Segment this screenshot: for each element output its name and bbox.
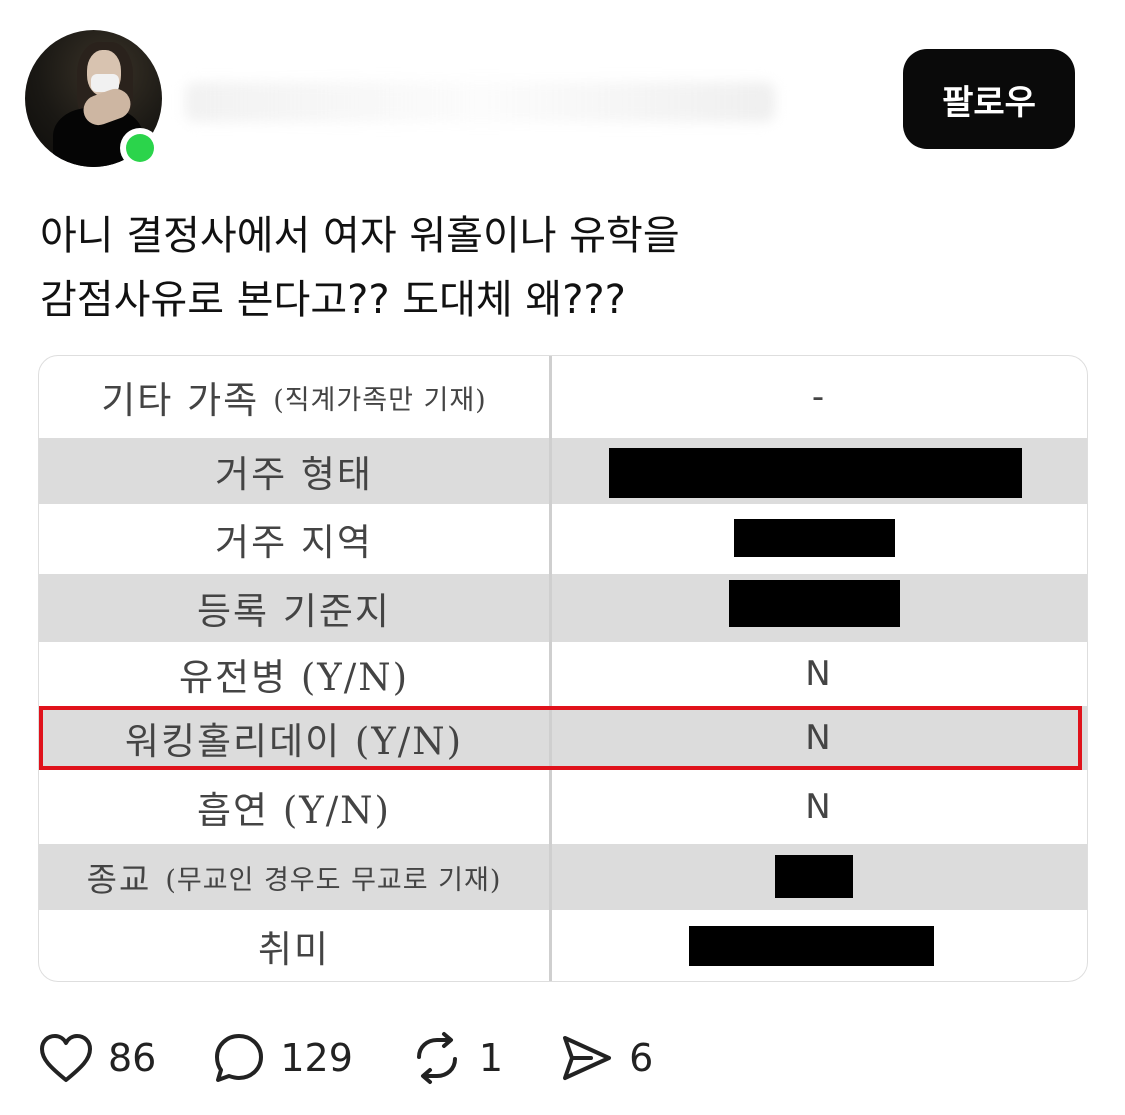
- table-row-value: -: [811, 377, 825, 417]
- redaction-block: [734, 519, 895, 557]
- table-row: 종교 (무교인 경우도 무교로 기재): [39, 844, 1087, 910]
- heart-icon: [38, 1032, 94, 1084]
- table-row-label: 흡연 (Y/N): [197, 789, 391, 832]
- table-row-label: 거주 형태: [215, 453, 373, 496]
- table-row: 기타 가족 (직계가족만 기재) -: [39, 356, 1087, 438]
- redaction-block: [689, 926, 934, 966]
- post-image[interactable]: 기타 가족 (직계가족만 기재) - 거주 형태 거주 지역 등록 기준지 유전병…: [38, 355, 1088, 982]
- table-row-label: 거주 지역: [215, 521, 373, 564]
- table-row: 흡연 (Y/N) N: [39, 770, 1087, 844]
- follow-button[interactable]: 팔로우: [903, 49, 1075, 149]
- share-count: 6: [629, 1036, 654, 1080]
- repost-button[interactable]: 1: [409, 1031, 503, 1085]
- table-row-label: 취미: [257, 927, 331, 971]
- table-row: 유전병 (Y/N) N: [39, 642, 1087, 706]
- table-row-label: 등록 기준지: [197, 590, 391, 633]
- table-row: 거주 지역: [39, 504, 1087, 574]
- action-bar: 86 129 1 6: [38, 1025, 709, 1091]
- repost-count: 1: [478, 1036, 504, 1080]
- post-text-line: 감점사유로 본다고?? 도대체 왜???: [40, 277, 626, 323]
- table-row-value: N: [805, 787, 831, 827]
- table-row: 등록 기준지: [39, 574, 1087, 642]
- like-count: 86: [108, 1036, 157, 1080]
- send-icon: [559, 1032, 615, 1084]
- table-row-label: 종교 (무교인 경우도 무교로 기재): [86, 860, 502, 899]
- comment-count: 129: [280, 1036, 353, 1080]
- redaction-block: [609, 448, 1022, 498]
- comment-icon: [212, 1031, 266, 1085]
- highlight-box: [39, 706, 1082, 770]
- share-button[interactable]: 6: [559, 1032, 653, 1084]
- like-button[interactable]: 86: [38, 1032, 156, 1084]
- online-status-icon: [120, 128, 160, 168]
- table-row-value: N: [805, 654, 831, 694]
- table-divider: [549, 356, 552, 981]
- table-row-label: 기타 가족 (직계가족만 기재): [101, 379, 487, 422]
- blurred-username: [185, 82, 775, 122]
- redaction-block: [729, 580, 900, 627]
- post-text-line: 아니 결정사에서 여자 워홀이나 유학을: [40, 213, 680, 259]
- redaction-block: [775, 855, 853, 898]
- post-text: 아니 결정사에서 여자 워홀이나 유학을 감점사유로 본다고?? 도대체 왜??…: [40, 204, 1090, 332]
- comment-button[interactable]: 129: [212, 1031, 353, 1085]
- table-row-label: 유전병 (Y/N): [178, 656, 410, 699]
- repost-icon: [409, 1031, 465, 1085]
